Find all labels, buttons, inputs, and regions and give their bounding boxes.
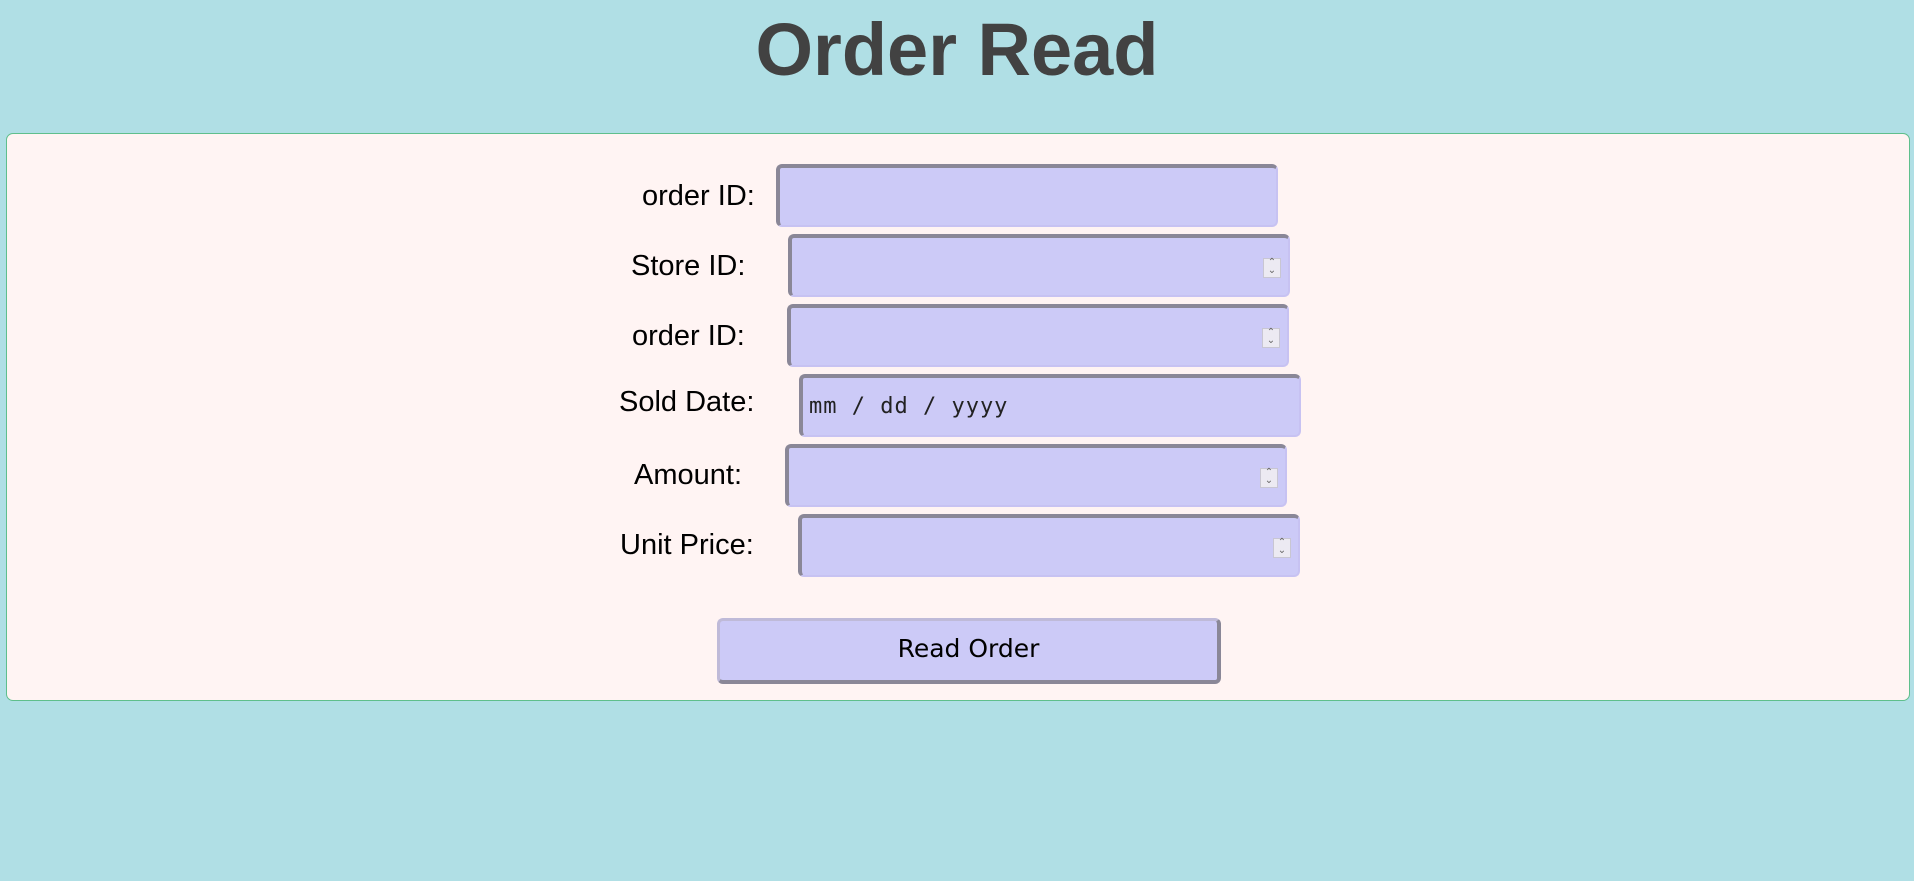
amount-input[interactable]: ⌃ ⌄: [785, 444, 1287, 507]
page-title: Order Read: [755, 8, 1159, 91]
spinner-arrows-icon[interactable]: ⌃ ⌄: [1263, 258, 1281, 278]
unit-price-label: Unit Price:: [620, 529, 754, 561]
spinner-arrows-icon[interactable]: ⌃ ⌄: [1262, 328, 1280, 348]
sold-date-placeholder: mm / dd / yyyy: [809, 394, 1009, 419]
order-read-form: order ID: Store ID: ⌃ ⌄ order ID: ⌃ ⌄ Sold…: [6, 133, 1910, 701]
order-id-2-label: order ID:: [632, 320, 745, 352]
order-id-2-input[interactable]: ⌃ ⌄: [787, 304, 1289, 367]
order-id-input[interactable]: [776, 164, 1278, 227]
store-id-input[interactable]: ⌃ ⌄: [788, 234, 1290, 297]
spinner-arrows-icon[interactable]: ⌃ ⌄: [1273, 538, 1291, 558]
unit-price-input[interactable]: ⌃ ⌄: [798, 514, 1300, 577]
read-order-button[interactable]: Read Order: [717, 618, 1221, 684]
sold-date-label: Sold Date:: [619, 386, 755, 418]
spinner-arrows-icon[interactable]: ⌃ ⌄: [1260, 468, 1278, 488]
store-id-label: Store ID:: [631, 250, 746, 282]
order-id-label: order ID:: [642, 180, 755, 212]
sold-date-input[interactable]: mm / dd / yyyy: [799, 374, 1301, 437]
amount-label: Amount:: [634, 459, 743, 491]
